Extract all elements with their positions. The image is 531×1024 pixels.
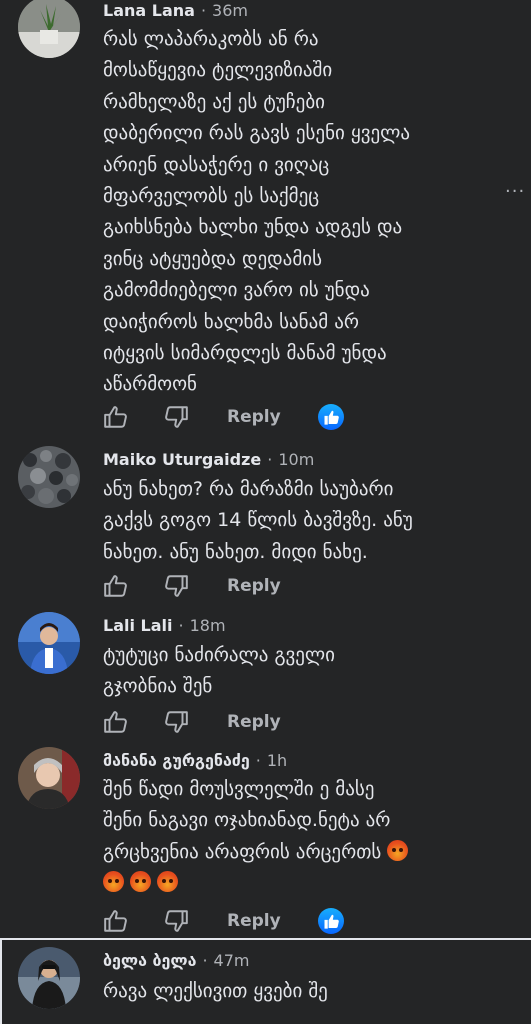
reply-button[interactable]: Reply <box>227 407 281 427</box>
comment-line: ვინც ატყუებდა დედამის <box>103 247 323 270</box>
comment-line: გაიხსნება ხალხი უნდა ადგეს და <box>103 216 403 239</box>
comment-line: ნახეთ. ანუ ნახეთ. მიდი ნახე. <box>103 540 368 563</box>
thumbs-up-icon[interactable] <box>103 404 129 430</box>
comment-line: რავა ლექსივით ყვები შე <box>103 980 328 1002</box>
thumbs-down-icon[interactable] <box>163 573 189 599</box>
comment-line: გჯობნია შენ <box>103 675 213 698</box>
author-name[interactable]: Lana Lana <box>103 1 195 20</box>
comment-line: მფარველობს ეს საქმეც <box>103 185 320 208</box>
timestamp[interactable]: 36m <box>212 1 248 20</box>
comment-body: შენ წადი მოუსვლელში ე მასე შენი ნაგავი ო… <box>103 774 503 900</box>
thumbs-up-icon[interactable] <box>103 908 129 934</box>
avatar[interactable] <box>18 446 80 508</box>
author-name[interactable]: ბელა ბელა <box>103 951 196 970</box>
comment-body: რას ლაპარაკობს ან რა მოსაწყევია ტელევიზი… <box>103 24 503 401</box>
comment-line: გრცხვენია არაფრის არცერთს <box>103 837 503 868</box>
more-options-icon[interactable]: ··· <box>505 181 525 202</box>
author-name[interactable]: Lali Lali <box>103 616 173 635</box>
separator-dot: · <box>200 1 207 20</box>
avatar[interactable] <box>18 947 80 1009</box>
timestamp[interactable]: 10m <box>278 450 314 469</box>
reply-button[interactable]: Reply <box>227 576 281 596</box>
thumbs-down-icon[interactable] <box>163 404 189 430</box>
comment-line: არიენ დასაჭერე ი ვიღაც <box>103 153 330 176</box>
comment-line: გამომძიებელი ვარო ის უნდა <box>103 279 370 302</box>
avatar[interactable] <box>18 0 80 58</box>
comment-line: შენი ნაგავი ოჯახიანად.ნეტა არ <box>103 809 391 832</box>
angry-face-icon <box>103 871 124 893</box>
avatar[interactable] <box>18 747 80 809</box>
comment-actions: Reply <box>103 908 363 936</box>
separator-dot: · <box>255 751 261 770</box>
comment-line: გაქვს გოგო 14 წლის ბავშვზე. ანუ <box>103 509 413 532</box>
comment-body: რავა ლექსივით ყვები შე <box>103 976 503 1007</box>
thumbs-up-icon[interactable] <box>103 709 129 735</box>
comment-header: Lana Lana · 36m <box>103 1 248 20</box>
timestamp[interactable]: 47m <box>214 951 250 970</box>
emoji-line <box>103 868 503 899</box>
comment-line: რამხელაზე აქ ეს ტუჩები <box>103 90 325 113</box>
timestamp[interactable]: 18m <box>190 616 226 635</box>
comment-line: მოსაწყევია ტელევიზიაში <box>103 59 333 82</box>
comment-header: Lali Lali · 18m <box>103 616 226 635</box>
angry-face-icon <box>387 839 409 861</box>
comment-line: აწარმოონ <box>103 373 197 396</box>
like-reaction-icon[interactable] <box>318 404 344 430</box>
avatar[interactable] <box>18 612 80 674</box>
comment-header: მანანა გურგენაძე · 1h <box>103 751 287 770</box>
separator-dot: · <box>178 616 184 635</box>
comment-line: იტყვის სიმარდლეს მანამ უნდა <box>103 342 387 365</box>
comment-line: ანუ ნახეთ? რა მარაზმი საუბარი <box>103 478 394 500</box>
comment-line-text: გრცხვენია არაფრის არცერთს <box>103 840 382 863</box>
comment-line: ტუტუცი ნაძირალა გველი <box>103 644 335 666</box>
comment-body: ანუ ნახეთ? რა მარაზმი საუბარი გაქვს გოგო… <box>103 474 503 568</box>
comment-line: რას ლაპარაკობს ან რა <box>103 28 319 50</box>
timestamp[interactable]: 1h <box>267 751 287 770</box>
comment-line: შენ წადი მოუსვლელში ე მასე <box>103 778 375 800</box>
reply-button[interactable]: Reply <box>227 911 281 931</box>
thumbs-up-icon[interactable] <box>103 573 129 599</box>
comment-line: დაბერილი რას გავს ესენი ყველა <box>103 122 410 145</box>
separator-dot: · <box>202 951 208 970</box>
separator-dot: · <box>267 450 273 469</box>
angry-face-icon <box>130 871 152 893</box>
comment-body: ტუტუცი ნაძირალა გველი გჯობნია შენ <box>103 640 503 703</box>
author-name[interactable]: Maiko Uturgaidze <box>103 450 261 469</box>
comment-actions: Reply <box>103 404 363 432</box>
angry-face-icon <box>157 871 179 893</box>
like-reaction-icon[interactable] <box>318 908 344 934</box>
thumbs-down-icon[interactable] <box>163 709 189 735</box>
comment-header: Maiko Uturgaidze · 10m <box>103 450 314 469</box>
comment-actions: Reply <box>103 573 363 601</box>
author-name[interactable]: მანანა გურგენაძე <box>103 751 250 770</box>
comment-line: დაიჭიროს ხალხმა სანამ არ <box>103 310 359 333</box>
comment-header: ბელა ბელა · 47m <box>103 951 250 970</box>
reply-button[interactable]: Reply <box>227 712 281 732</box>
thumbs-down-icon[interactable] <box>163 908 189 934</box>
comment-actions: Reply <box>103 709 363 737</box>
